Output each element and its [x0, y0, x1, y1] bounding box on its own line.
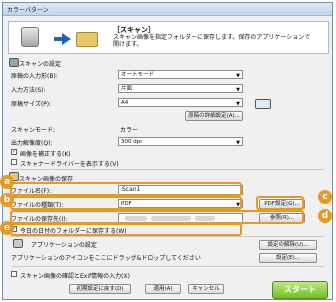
scan-settings-window: カラーパターン ［スキャン］ スキャン画像を指定フォルダーに保存します。保存のア… [2, 2, 333, 300]
callout-a: a [0, 175, 14, 189]
app-settings-description: アプリケーションのアイコンをここにドラッグ&ドロップしてください。 [11, 255, 201, 262]
callout-b: b [0, 193, 14, 207]
app-settings-button[interactable]: 設定(E)... [259, 253, 317, 263]
paper-size-label: 原稿サイズ(P): [11, 101, 52, 108]
divider [11, 266, 324, 267]
folder-icon [76, 32, 98, 47]
callout-c: c [318, 190, 332, 204]
chevron-down-icon: ▼ [236, 101, 240, 107]
callout-e: e [0, 221, 14, 235]
scan-mode-value: カラー [120, 127, 139, 134]
resolution-label: 出力解像度(Q): [11, 140, 53, 147]
correct-slant-checkbox[interactable]: ✓ [11, 149, 17, 155]
highlight-save-location [10, 210, 304, 224]
scan-settings-icon [9, 58, 19, 67]
reset-defaults-button[interactable]: 初期設定に戻す(D) [69, 284, 131, 294]
show-driver-checkbox[interactable] [11, 159, 17, 165]
divider [11, 169, 324, 170]
paper-size-select[interactable]: A4 ▼ [118, 98, 243, 107]
orientation-icon[interactable] [255, 99, 271, 109]
confirm-exif-label: スキャン画像の確認とExif情報の入力(X) [20, 273, 130, 280]
callout-d: d [318, 209, 332, 223]
chevron-down-icon: ▼ [236, 73, 240, 79]
clear-app-settings-button[interactable]: 設定の解除(U)... [259, 240, 317, 250]
cancel-button[interactable]: キャンセル [188, 284, 224, 294]
input-method-select[interactable]: 片面 ▼ [118, 84, 243, 93]
highlight-pdf-settings [256, 196, 304, 210]
input-method-label: 入力方法(S): [11, 87, 46, 94]
chevron-down-icon: ▼ [236, 87, 240, 93]
resolution-select[interactable]: 300 dpi ▼ [118, 137, 243, 146]
application-icon [13, 239, 23, 248]
confirm-exif-checkbox[interactable] [11, 271, 17, 277]
app-settings-heading: アプリケーションの設定 [31, 242, 97, 249]
scanner-icon [21, 27, 39, 47]
show-driver-label: スキャナードライバーを表示する(V) [20, 161, 119, 168]
highlight-date-folder [10, 223, 242, 236]
input-size-select[interactable]: オートモード ▼ [118, 70, 243, 79]
apply-button[interactable]: 適用(A) [145, 284, 181, 294]
title-bar: カラーパターン [3, 3, 332, 16]
scan-settings-heading: スキャンの設定 [19, 61, 62, 68]
highlight-file-type [10, 196, 242, 210]
input-size-label: 原稿の入力形(B): [11, 73, 58, 80]
divider [11, 236, 324, 237]
correct-slant-label: 画像を補正する(K) [20, 151, 71, 158]
chevron-down-icon: ▼ [236, 140, 240, 146]
detail-settings-button[interactable]: 原稿の詳細設定(A)... [185, 111, 243, 121]
header-panel: ［スキャン］ スキャン画像を指定フォルダーに保存します。保存のアプリケーションで… [8, 21, 329, 54]
highlight-file-name [10, 182, 242, 196]
window-title: カラーパターン [7, 7, 49, 14]
arrow-head-icon [62, 33, 71, 45]
start-button[interactable]: スタート [272, 281, 328, 299]
scan-mode-label: スキャンモード: [11, 127, 56, 134]
header-description: スキャン画像を指定フォルダーに保存します。保存のアプリケーションで開けます。 [113, 34, 311, 48]
